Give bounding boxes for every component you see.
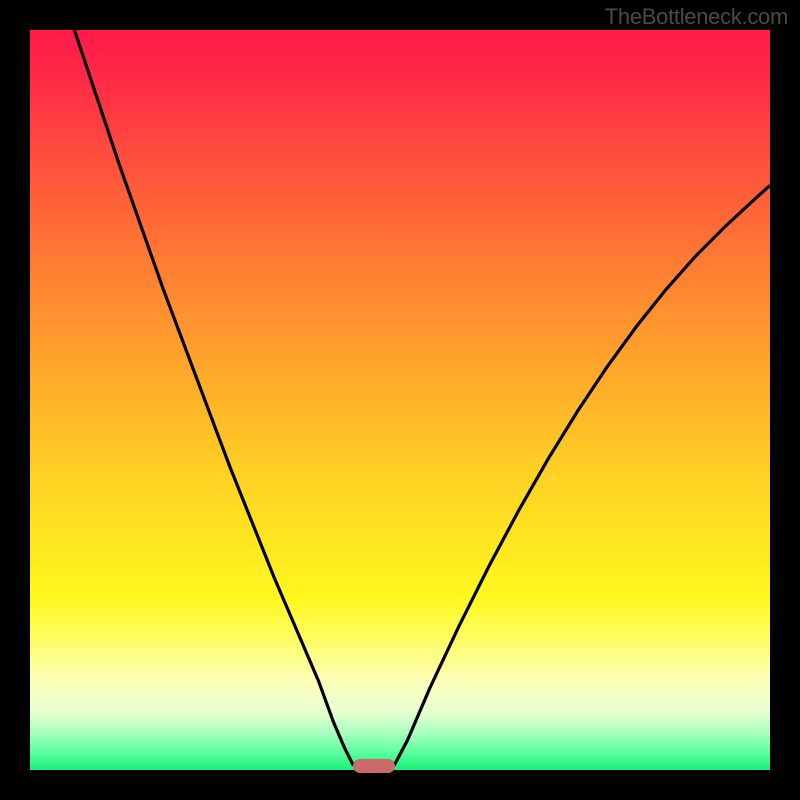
right-curve	[394, 185, 770, 765]
curves-svg	[30, 30, 770, 770]
plot-area	[30, 30, 770, 770]
bottleneck-marker	[353, 759, 394, 773]
watermark-text: TheBottleneck.com	[605, 4, 788, 30]
left-curve	[74, 30, 353, 766]
